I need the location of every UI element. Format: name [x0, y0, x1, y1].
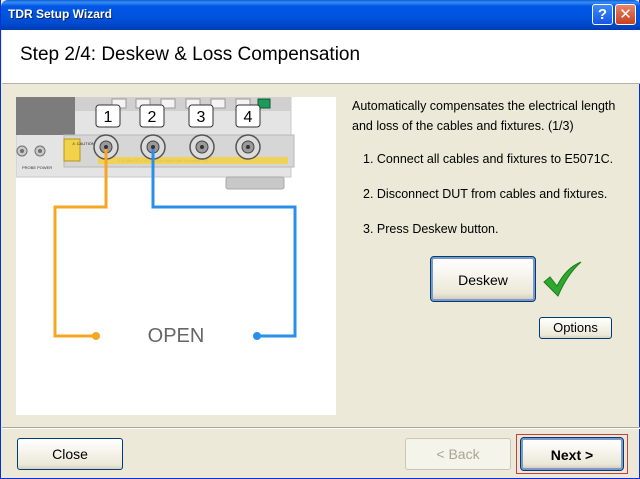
port-3-label: 3 [188, 104, 214, 128]
close-window-icon[interactable]: ✕ [615, 4, 636, 25]
wizard-window: TDR Setup Wizard ? ✕ Step 2/4: Deskew & … [0, 0, 640, 479]
title-bar[interactable]: TDR Setup Wizard ? ✕ [1, 0, 640, 30]
port-4-connector [235, 134, 261, 160]
port-3-connector [189, 134, 215, 160]
checkmark-icon [543, 261, 582, 297]
svg-text:1: 1 [104, 109, 113, 126]
port-1-label: 1 [95, 104, 121, 128]
svg-text:2: 2 [148, 109, 157, 126]
footer-divider [2, 427, 640, 429]
caution-label: ⚠ CAUTION [72, 141, 95, 146]
connection-diagram: PROBE POWER ⚠ CAUTION ± 28 dBm RF ± 35 V… [15, 96, 336, 415]
page-title: Step 2/4: Deskew & Loss Compensation [20, 44, 361, 65]
instruction-step-2: 2. Disconnect DUT from cables and fixtur… [363, 187, 608, 201]
window-title: TDR Setup Wizard [8, 7, 112, 21]
cable-2-open-end [253, 332, 261, 340]
instrument-panel: PROBE POWER ⚠ CAUTION ± 28 dBm RF ± 35 V… [15, 96, 295, 190]
back-button[interactable]: < Back [405, 438, 511, 470]
next-button-focus-frame: Next > [516, 434, 628, 474]
wizard-header: Step 2/4: Deskew & Loss Compensation [2, 30, 640, 84]
svg-text:4: 4 [244, 109, 253, 126]
deskew-button[interactable]: Deskew [430, 256, 536, 302]
open-label: OPEN [148, 325, 205, 347]
close-button[interactable]: Close [17, 438, 123, 470]
instruction-step-3: 3. Press Deskew button. [363, 222, 499, 236]
svg-text:3: 3 [197, 109, 206, 126]
options-button[interactable]: Options [539, 317, 612, 339]
instructions-intro: Automatically compensates the electrical… [352, 99, 616, 133]
next-button[interactable]: Next > [520, 437, 624, 471]
help-icon[interactable]: ? [592, 4, 613, 25]
display-screen [16, 97, 75, 135]
probe-power-label: PROBE POWER [22, 165, 52, 170]
diagram-graphic: PROBE POWER ⚠ CAUTION ± 28 dBm RF ± 35 V… [15, 96, 297, 347]
port-2-label: 2 [139, 104, 165, 128]
cable-1-open-end [92, 332, 100, 340]
port-4-label: 4 [235, 104, 261, 128]
instruction-step-1: 1. Connect all cables and fixtures to E5… [363, 152, 614, 166]
